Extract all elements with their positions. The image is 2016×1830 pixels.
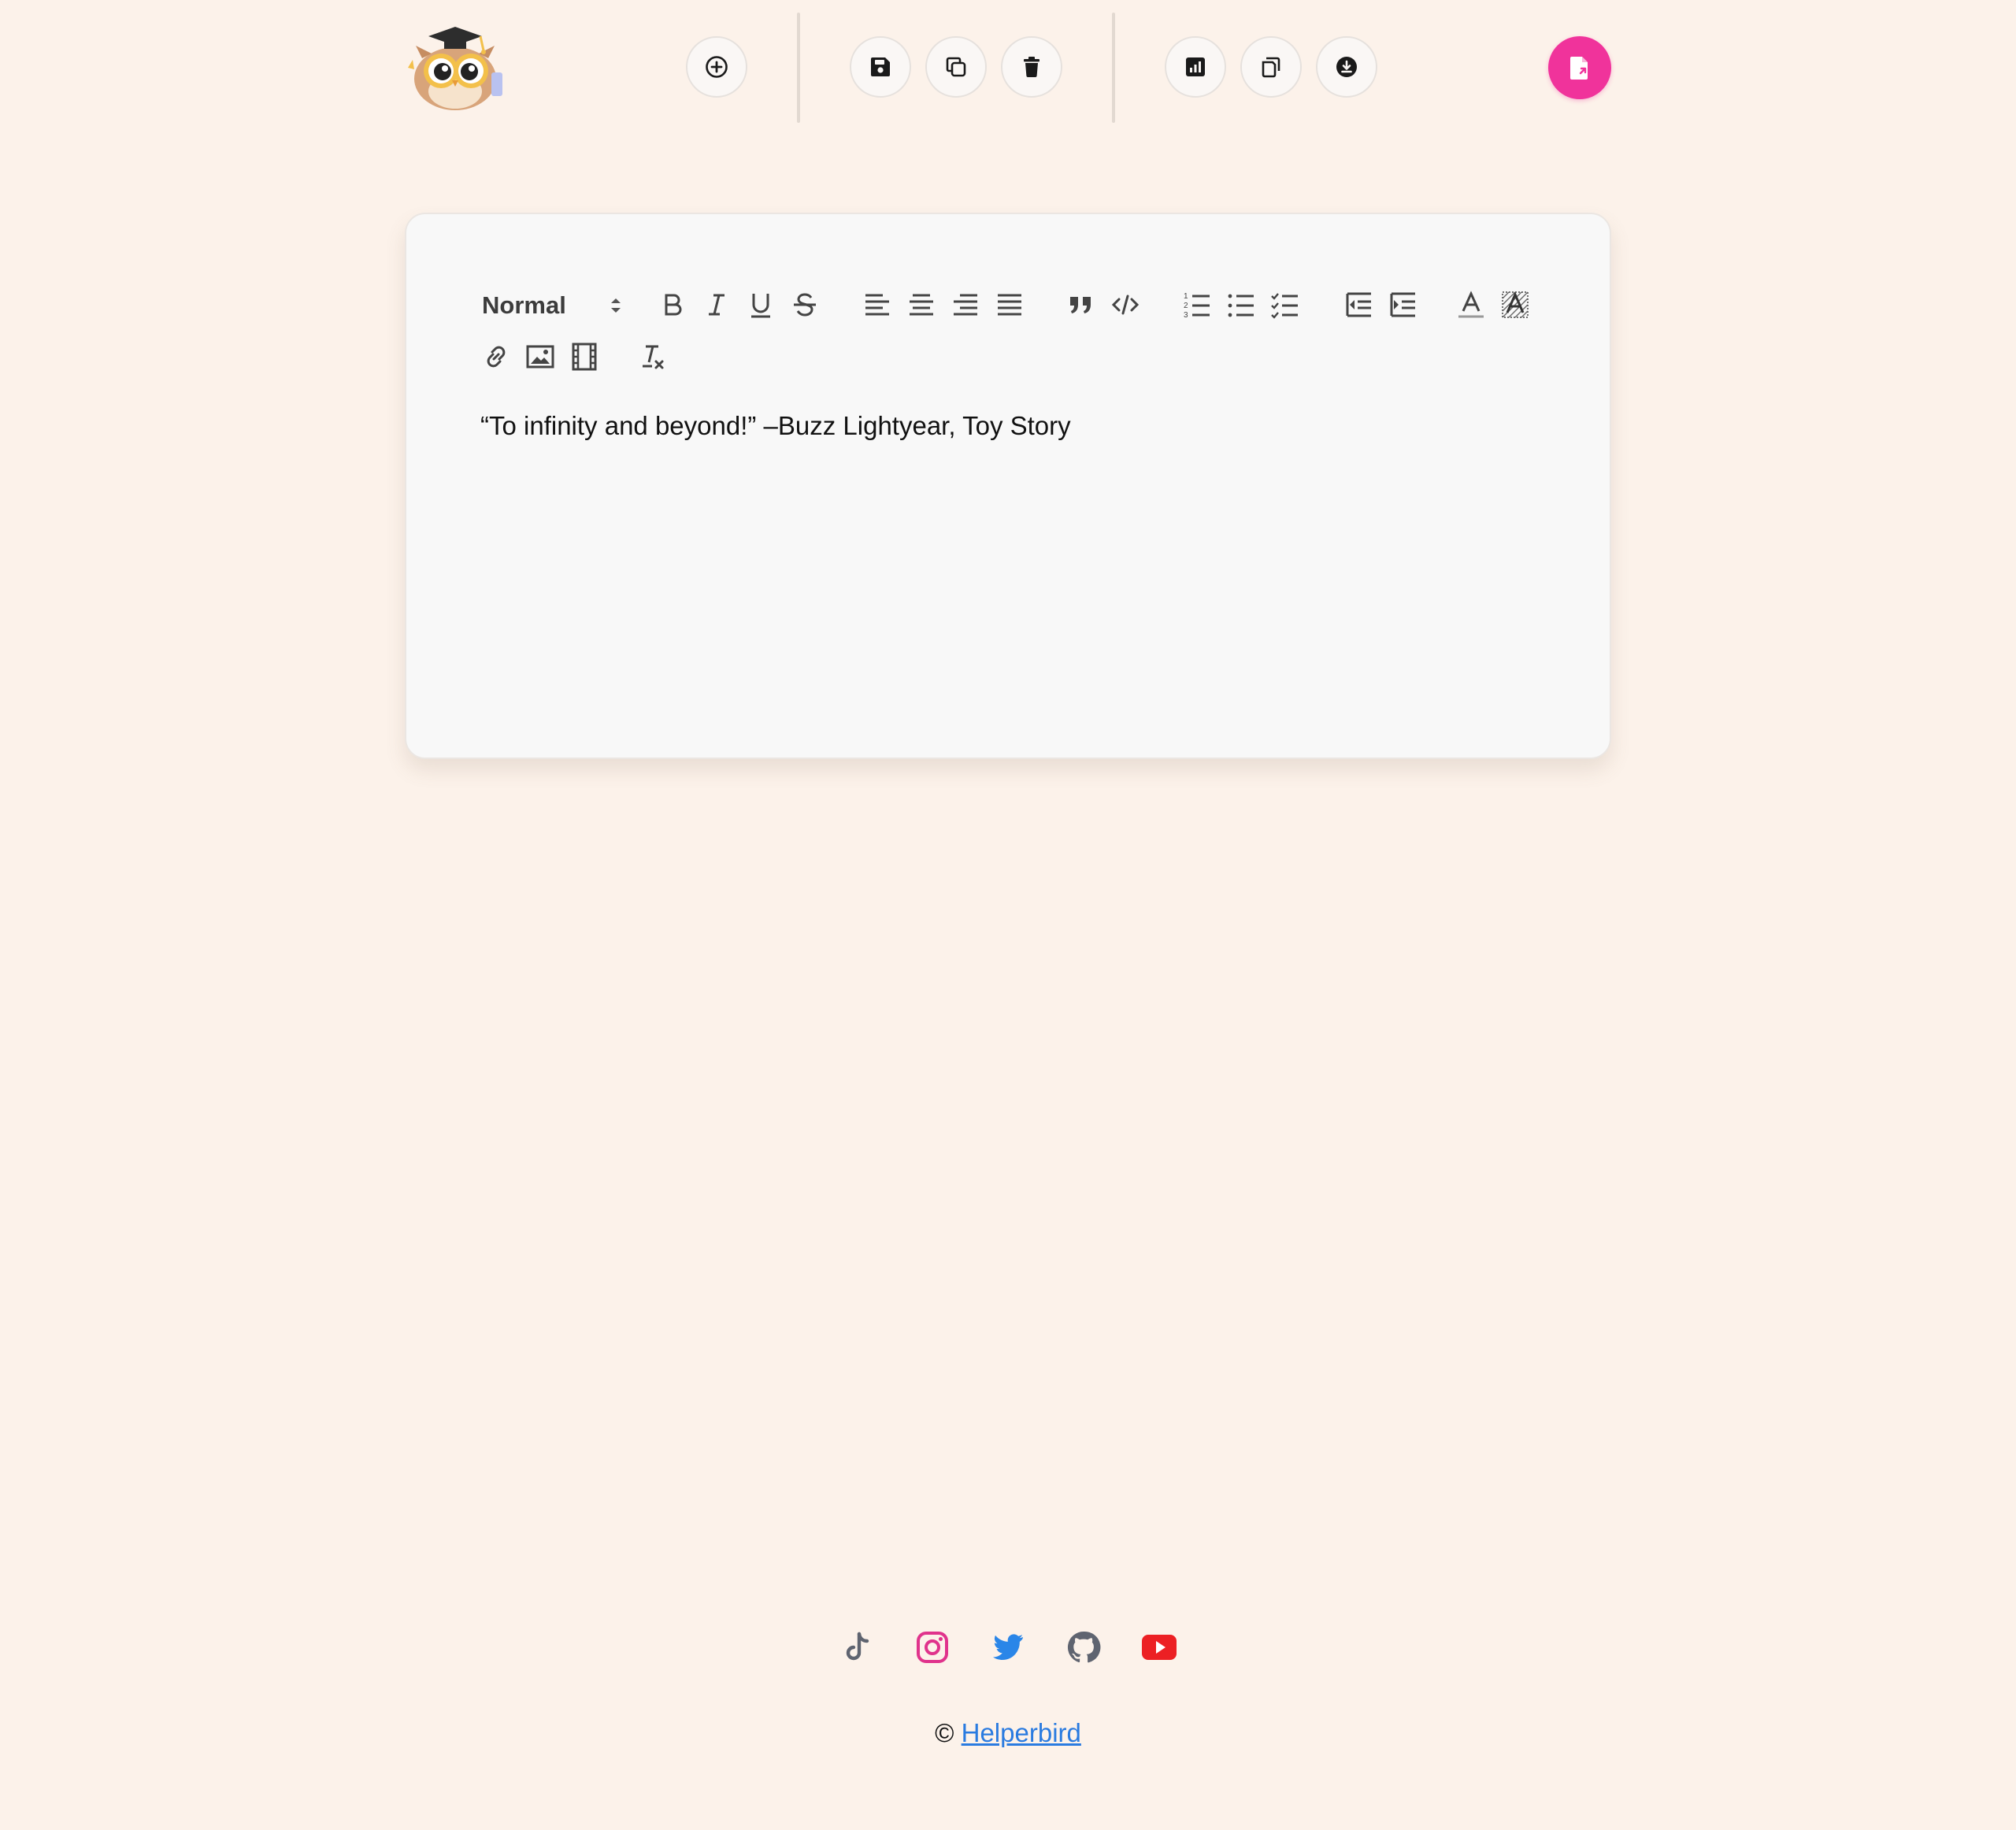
- underline-button[interactable]: [743, 285, 779, 324]
- image-icon: [526, 345, 554, 369]
- file-export-icon: [1570, 57, 1588, 80]
- align-center-button[interactable]: [903, 285, 939, 324]
- clear-format-icon: [643, 345, 664, 369]
- outdent-icon: [1346, 292, 1371, 317]
- editor-content[interactable]: “To infinity and beyond!” –Buzz Lightyea…: [480, 411, 1071, 441]
- ordered-list-button[interactable]: 1 2 3: [1179, 285, 1215, 324]
- underline-icon: [751, 294, 770, 318]
- export-file-button[interactable]: [1548, 36, 1611, 99]
- svg-text:2: 2: [1184, 302, 1188, 310]
- toolbar-divider: [1112, 13, 1115, 123]
- youtube-link[interactable]: [1139, 1627, 1180, 1668]
- background-color-icon: [1502, 291, 1529, 318]
- svg-text:1: 1: [1184, 292, 1188, 301]
- owl-logo[interactable]: [405, 22, 509, 112]
- save-icon: [871, 57, 890, 76]
- format-select-value: Normal: [482, 291, 566, 319]
- github-icon: [1067, 1631, 1101, 1663]
- select-arrows-icon: [611, 298, 621, 313]
- chart-report-icon: [1186, 57, 1205, 76]
- check-list-button[interactable]: [1267, 285, 1303, 324]
- owl-graduate-logo-icon: [408, 27, 502, 110]
- bullet-list-button[interactable]: [1223, 285, 1259, 324]
- editor-card: Normal 1 2 3 “To infinity and beyond!” –…: [405, 213, 1611, 759]
- align-left-icon: [865, 294, 889, 316]
- text-color-icon: [1458, 291, 1484, 318]
- copyright: © Helperbird: [0, 1718, 2016, 1748]
- tiktok-link[interactable]: [836, 1627, 877, 1668]
- indent-button[interactable]: [1385, 285, 1421, 324]
- instagram-link[interactable]: [912, 1627, 953, 1668]
- format-select[interactable]: Normal: [482, 285, 624, 326]
- bold-icon: [665, 294, 682, 316]
- strikethrough-button[interactable]: [787, 285, 823, 324]
- quote-icon: [1070, 297, 1091, 313]
- statistics-button[interactable]: [1165, 36, 1226, 98]
- tiktok-icon: [846, 1632, 869, 1661]
- helperbird-link[interactable]: Helperbird: [962, 1718, 1081, 1747]
- toolbar-divider: [797, 13, 800, 123]
- link-button[interactable]: [478, 337, 514, 376]
- add-note-button[interactable]: [686, 36, 747, 98]
- twitter-icon: [993, 1634, 1023, 1660]
- align-justify-icon: [998, 294, 1021, 316]
- video-button[interactable]: [566, 337, 602, 376]
- align-center-icon: [910, 294, 933, 316]
- indent-icon: [1390, 292, 1415, 317]
- code-button[interactable]: [1107, 285, 1143, 324]
- align-right-icon: [954, 294, 977, 316]
- text-color-button[interactable]: [1453, 285, 1489, 324]
- github-link[interactable]: [1063, 1627, 1104, 1668]
- instagram-icon: [917, 1632, 948, 1663]
- outdent-button[interactable]: [1341, 285, 1377, 324]
- top-toolbar: [0, 0, 2016, 134]
- bold-button[interactable]: [654, 285, 691, 324]
- copy-icon: [946, 57, 966, 77]
- clear-format-button[interactable]: [634, 337, 670, 376]
- check-list-icon: [1271, 293, 1298, 319]
- video-film-icon: [572, 343, 597, 371]
- delete-button[interactable]: [1001, 36, 1062, 98]
- duplicate-button[interactable]: [1240, 36, 1302, 98]
- download-icon: [1336, 57, 1357, 77]
- strikethrough-icon: [794, 293, 816, 317]
- align-right-button[interactable]: [947, 285, 984, 324]
- svg-text:3: 3: [1184, 311, 1188, 320]
- ordered-list-icon: 1 2 3: [1184, 292, 1210, 320]
- align-justify-button[interactable]: [991, 285, 1028, 324]
- save-button[interactable]: [850, 36, 911, 98]
- copy-button[interactable]: [925, 36, 987, 98]
- blockquote-button[interactable]: [1063, 285, 1099, 324]
- youtube-icon: [1142, 1635, 1177, 1660]
- code-icon: [1111, 295, 1140, 315]
- copyright-symbol: ©: [935, 1718, 954, 1747]
- duplicate-icon: [1262, 57, 1280, 78]
- twitter-link[interactable]: [988, 1627, 1028, 1668]
- bullet-list-icon: [1228, 294, 1254, 317]
- background-color-button[interactable]: [1497, 285, 1533, 324]
- link-icon: [487, 346, 506, 368]
- plus-circle-icon: [706, 56, 728, 78]
- image-button[interactable]: [522, 337, 558, 376]
- italic-icon: [709, 294, 724, 316]
- trash-icon: [1024, 57, 1040, 78]
- align-left-button[interactable]: [859, 285, 895, 324]
- italic-button[interactable]: [699, 285, 735, 324]
- download-button[interactable]: [1316, 36, 1377, 98]
